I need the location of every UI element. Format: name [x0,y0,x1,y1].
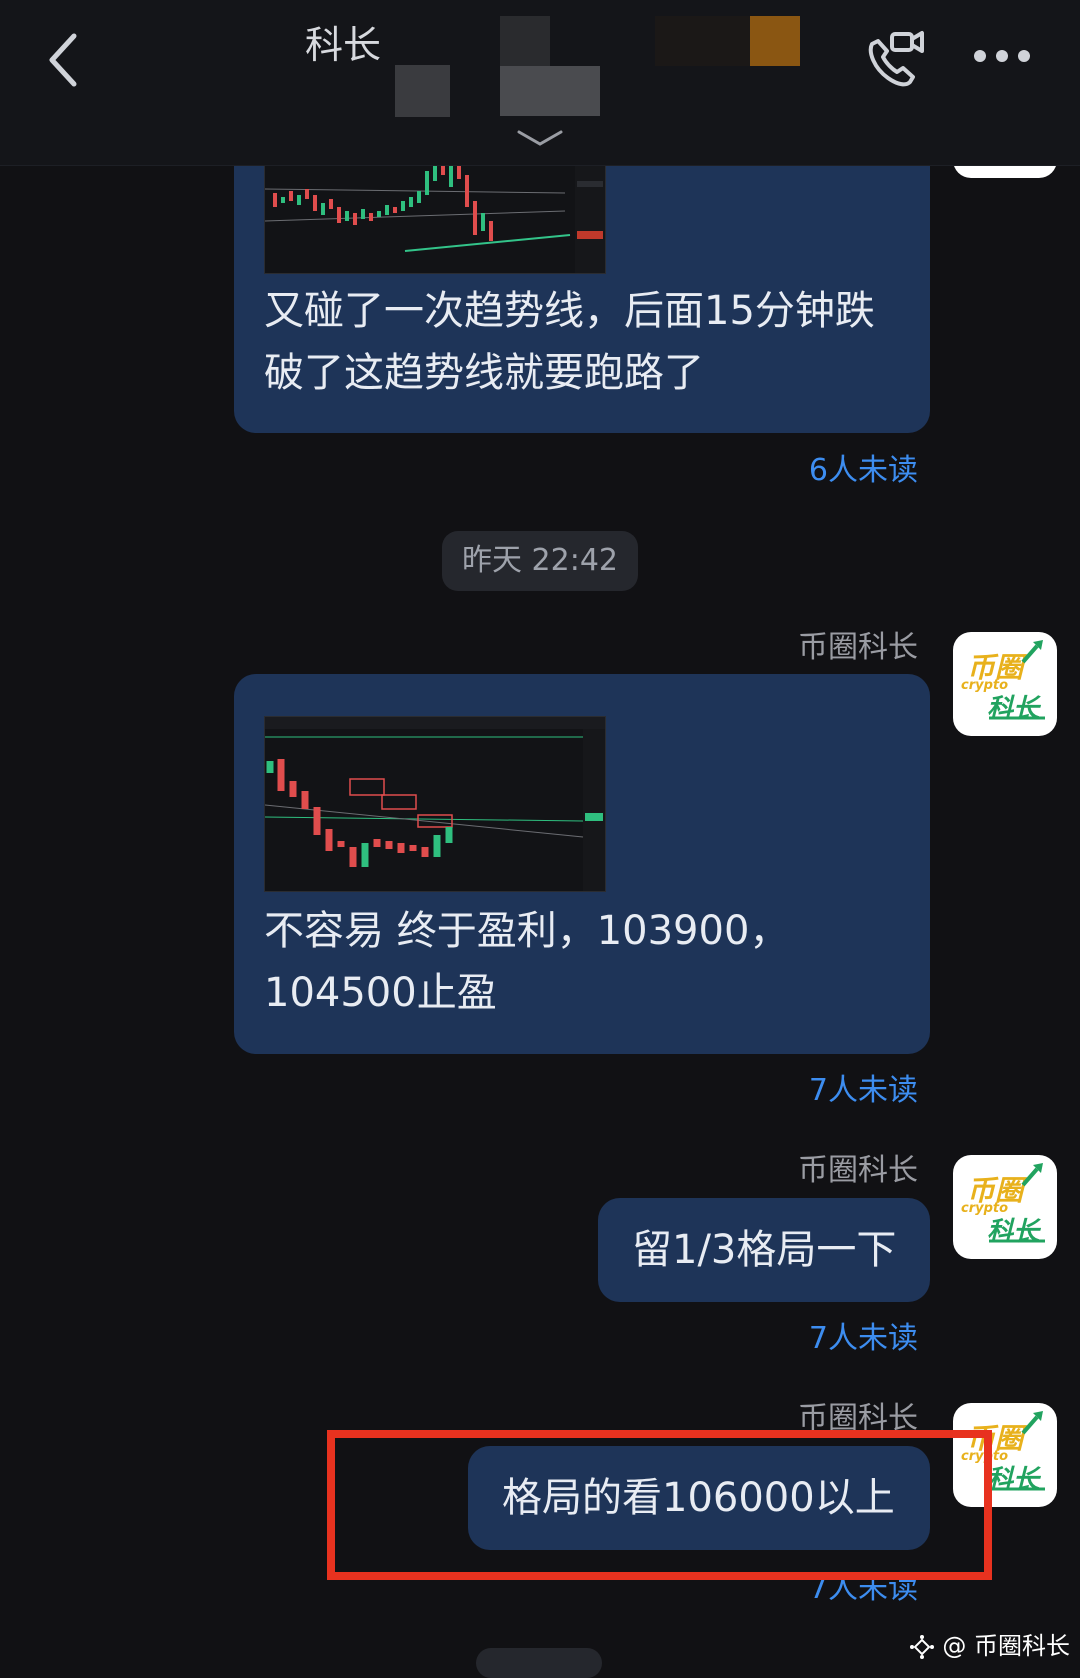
chevron-down-icon [517,130,563,146]
more-dots-icon [974,50,1030,62]
message-text: 104500止盈 [264,970,497,1016]
chart-screenshot[interactable] [264,716,606,892]
more-button[interactable] [970,38,1034,74]
message-text: 不容易 终于盈利，103900， [264,908,790,954]
sender-name: 币圈科长 [798,630,918,665]
blurred-name-block [500,66,600,116]
blurred-name-block [395,65,450,117]
video-call-icon [868,31,924,87]
avatar[interactable]: 币圈 crypto 科长 [953,632,1057,736]
watermark-text: @ 币圈科长 [942,1632,1070,1660]
unread-count[interactable]: 6人未读 [740,445,918,489]
message-bubble[interactable]: 留1/3格局一下 [598,1198,930,1302]
avatar-logo: 币圈 crypto 科长 [953,1155,1057,1259]
arrow-up-icon [989,1163,1045,1243]
highlight-box [327,1430,992,1580]
chevron-left-icon [49,33,77,87]
message-text: 留1/3格局一下 [632,1227,897,1273]
expand-button[interactable] [515,128,565,150]
message-bubble[interactable]: 又碰了一次趋势线，后面15分钟跌 破了这趋势线就要跑路了 [234,150,930,433]
arrow-up-icon [989,640,1045,720]
unread-count[interactable]: 7人未读 [740,1065,918,1109]
binance-logo-icon [909,1635,934,1659]
watermark: @ 币圈科长 [909,1626,1070,1661]
blurred-name-block [750,16,800,66]
avatar-logo: 币圈 crypto 科长 [953,632,1057,736]
video-call-button[interactable] [858,22,930,94]
candlestick-chart [264,717,605,891]
unread-count[interactable]: 7人未读 [740,1313,918,1357]
message-text: 破了这趋势线就要跑路了 [264,350,704,396]
avatar[interactable]: 币圈 crypto 科长 [953,1155,1057,1259]
chart-screenshot[interactable] [264,150,606,274]
back-button[interactable] [40,24,120,104]
sender-name: 币圈科长 [798,1153,918,1188]
blurred-name-block [655,16,750,66]
chat-title[interactable]: 科长 [305,14,381,69]
time-divider-partial [476,1648,602,1678]
time-divider: 昨天 22:42 [442,531,638,591]
candlestick-chart [264,151,605,273]
blurred-name-block [500,16,550,66]
message-bubble[interactable]: 不容易 终于盈利，103900， 104500止盈 [234,674,930,1054]
chat-header: 科长 [0,0,1080,166]
message-text: 又碰了一次趋势线，后面15分钟跌 [264,288,875,334]
